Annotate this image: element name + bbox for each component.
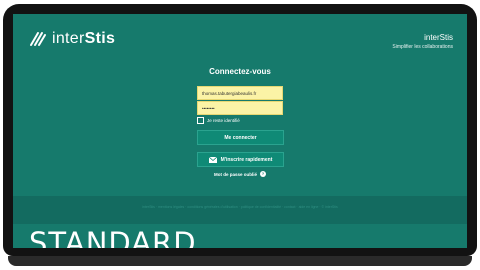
signup-button[interactable]: M'inscrire rapidement <box>197 152 284 167</box>
logo-bold: Stis <box>84 30 116 47</box>
device-base <box>8 256 472 266</box>
interstis-logo: interStis <box>29 30 115 48</box>
password-field[interactable]: •••••••• <box>197 101 283 115</box>
edition-label: STANDARD <box>29 226 197 248</box>
help-icon[interactable]: ? <box>260 171 266 177</box>
footer-band <box>13 196 467 224</box>
forgot-password-link[interactable]: Mot de passe oublié ? <box>13 171 467 177</box>
remember-checkbox[interactable] <box>197 117 204 124</box>
remember-me[interactable]: Je reste identifié <box>197 117 240 124</box>
connect-button-label: Me connecter <box>224 134 257 141</box>
app-screen: interStis interStis Simplifier les colla… <box>13 14 467 248</box>
footer-links: interStis · mentions légales · condition… <box>142 205 338 209</box>
header-subtitle: Simplifier les collaborations <box>392 44 453 50</box>
envelope-icon <box>208 156 217 163</box>
signup-button-label: M'inscrire rapidement <box>220 156 273 163</box>
connect-button[interactable]: Me connecter <box>197 130 284 145</box>
remember-label: Je reste identifié <box>207 118 240 123</box>
forgot-password-label: Mot de passe oublié <box>213 171 257 177</box>
header-tagline: interStis Simplifier les collaborations <box>392 33 453 50</box>
login-title: Connectez-vous <box>209 67 271 76</box>
header-title: interStis <box>424 33 453 42</box>
interstis-logo-icon <box>30 32 46 46</box>
logo-wordmark: interStis <box>52 30 115 48</box>
logo-prefix: inter <box>52 30 85 47</box>
email-field[interactable]: thomas.tabutergiabeaulis.fr <box>197 86 283 100</box>
